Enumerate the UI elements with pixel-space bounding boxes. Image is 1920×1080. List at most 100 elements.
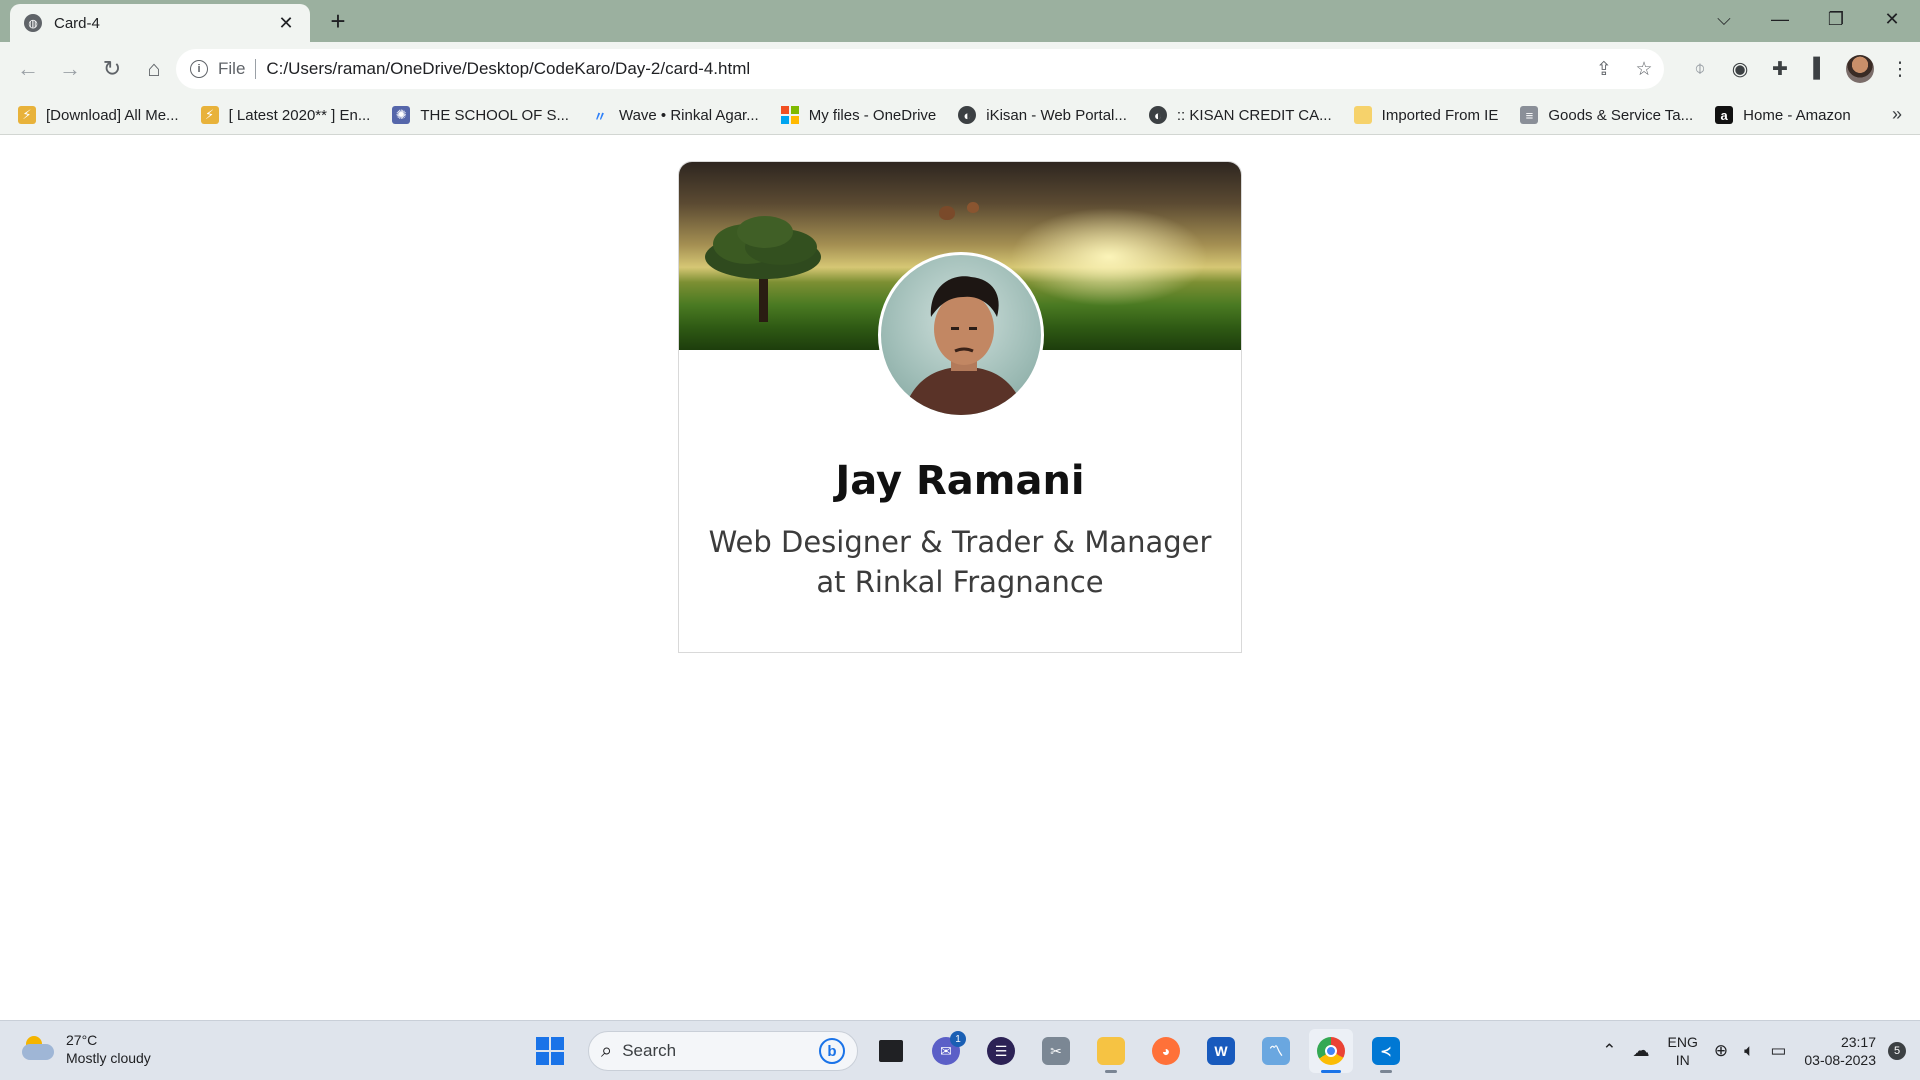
folder-icon <box>1353 106 1372 124</box>
home-icon[interactable]: ⌂ <box>134 49 174 89</box>
toolbar-right-icons: ⌽ ◉ ✚ ▌ ⋮ <box>1680 42 1920 96</box>
wave-bookmark-icon: 〃 <box>593 108 607 124</box>
extension-web-icon[interactable]: ◉ <box>1720 49 1760 89</box>
forward-arrow-icon[interactable]: → <box>50 49 90 89</box>
close-window-button[interactable]: ✕ <box>1864 0 1920 38</box>
taskbar-apps: ⌕ Search b ✉ 1 ☰ ✂ ◕ W 〽 ≺ <box>528 1029 1408 1073</box>
language-code: ENG <box>1667 1034 1698 1050</box>
bookmark-label: Home - Amazon <box>1743 106 1851 124</box>
firefox-icon[interactable]: ◕ <box>1144 1029 1188 1073</box>
gst-icon: ≡ <box>1520 106 1539 124</box>
file-explorer-icon[interactable] <box>1089 1029 1133 1073</box>
bookmark-item[interactable]: ◐ iKisan - Web Portal... <box>958 106 1127 124</box>
extension-mouse-icon[interactable]: ⌽ <box>1680 49 1720 89</box>
bookmark-item[interactable]: 〃 Wave • Rinkal Agar... <box>591 106 759 124</box>
bookmark-item[interactable]: ✺ THE SCHOOL OF S... <box>392 106 569 124</box>
globe-icon: ◐ <box>958 106 977 124</box>
window-controls: ⌵ — ❐ ✕ <box>1696 0 1920 42</box>
system-tray: ⌃ ☁ ENG IN ⊕ 🔈︎ ▭ 23:17 03-08-2023 5 <box>1586 1021 1920 1080</box>
profile-role: Web Designer & Trader & Manager at Rinka… <box>708 525 1212 599</box>
tree-illustration <box>705 216 821 322</box>
close-tab-icon[interactable]: ✕ <box>276 13 296 34</box>
restore-button[interactable]: ❐ <box>1808 0 1864 38</box>
bookmark-label: Imported From IE <box>1381 106 1499 124</box>
page-content: Jay Ramani Web Designer & Trader & Manag… <box>0 135 1920 1020</box>
globe-icon: ◍ <box>24 14 42 32</box>
tab-search-icon[interactable]: ⌵ <box>1696 0 1752 38</box>
site-info-icon[interactable]: i <box>190 60 208 78</box>
bookmark-item[interactable]: ≡ Goods & Service Ta... <box>1520 106 1693 124</box>
balloon-shape <box>939 206 955 220</box>
bookmark-item[interactable]: a Home - Amazon <box>1715 106 1851 124</box>
bookmark-item[interactable]: My files - OneDrive <box>780 106 936 124</box>
snipping-tool-icon[interactable]: ✂ <box>1034 1029 1078 1073</box>
search-icon: ⌕ <box>601 1039 613 1062</box>
performance-monitor-icon[interactable]: 〽 <box>1254 1029 1298 1073</box>
bookmark-label: THE SCHOOL OF S... <box>420 106 569 124</box>
task-view-icon[interactable] <box>869 1029 913 1073</box>
windows-taskbar: 27°C Mostly cloudy ⌕ Search b ✉ 1 ☰ ✂ ◕ W… <box>0 1020 1920 1080</box>
cloudy-weather-icon <box>22 1036 56 1062</box>
bookmarks-bar: ⚡ [Download] All Me... ⚡ [ Latest 2020**… <box>0 96 1920 135</box>
reload-icon[interactable]: ↻ <box>92 49 132 89</box>
teams-chat-icon[interactable]: ✉ 1 <box>924 1029 968 1073</box>
globe-icon: ◐ <box>1148 106 1167 124</box>
bing-icon[interactable]: b <box>819 1038 845 1064</box>
battery-icon[interactable]: ▭ <box>1770 1041 1786 1061</box>
clock[interactable]: 23:17 03-08-2023 <box>1804 1033 1876 1069</box>
network-globe-icon[interactable]: ⊕ <box>1714 1041 1728 1061</box>
gear-bookmark-icon: ✺ <box>392 106 411 124</box>
bookmark-label: Wave • Rinkal Agar... <box>618 106 759 124</box>
tab-strip: ◍ Card-4 ✕ + ⌵ — ❐ ✕ <box>0 0 1920 42</box>
new-tab-button[interactable]: + <box>324 8 352 36</box>
extensions-puzzle-icon[interactable]: ✚ <box>1760 49 1800 89</box>
microsoft-icon <box>780 106 799 124</box>
region-code: IN <box>1675 1052 1690 1068</box>
chevron-up-icon[interactable]: ⌃ <box>1602 1041 1616 1061</box>
bookmark-label: Goods & Service Ta... <box>1548 106 1694 124</box>
vscode-icon[interactable]: ≺ <box>1364 1029 1408 1073</box>
tab-title: Card-4 <box>54 14 100 32</box>
weather-condition: Mostly cloudy <box>66 1050 151 1066</box>
download-bookmark-icon: ⚡ <box>200 106 219 124</box>
volume-icon[interactable]: 🔈︎ <box>1744 1041 1754 1061</box>
weather-temperature: 27°C <box>66 1032 98 1048</box>
url-scheme: File <box>218 59 257 79</box>
taskbar-search[interactable]: ⌕ Search b <box>588 1031 858 1071</box>
bookmark-label: :: KISAN CREDIT CA... <box>1176 106 1332 124</box>
amazon-icon: a <box>1715 106 1734 124</box>
bookmark-item[interactable]: ⚡ [Download] All Me... <box>18 106 179 124</box>
url-text[interactable]: C:/Users/raman/OneDrive/Desktop/CodeKaro… <box>266 59 1584 79</box>
back-arrow-icon[interactable]: ← <box>8 49 48 89</box>
balloon-shape <box>967 202 979 213</box>
bookmark-label: [ Latest 2020** ] En... <box>228 106 371 124</box>
onedrive-offline-icon[interactable]: ☁ <box>1633 1041 1650 1061</box>
bookmark-item[interactable]: Imported From IE <box>1353 106 1499 124</box>
chrome-icon[interactable] <box>1309 1029 1353 1073</box>
profile-avatar-photo <box>878 252 1044 418</box>
bookmark-item[interactable]: ⚡ [ Latest 2020** ] En... <box>200 106 371 124</box>
word-icon[interactable]: W <box>1199 1029 1243 1073</box>
bookmark-label: [Download] All Me... <box>46 106 179 124</box>
browser-menu-icon[interactable]: ⋮ <box>1880 49 1920 89</box>
bookmark-item[interactable]: ◐ :: KISAN CREDIT CA... <box>1148 106 1332 124</box>
side-panel-icon[interactable]: ▌ <box>1800 49 1840 89</box>
windows-start-icon[interactable] <box>528 1029 572 1073</box>
download-bookmark-icon: ⚡ <box>18 106 36 124</box>
notification-count-badge[interactable]: 5 <box>1888 1042 1906 1060</box>
profile-card: Jay Ramani Web Designer & Trader & Manag… <box>678 161 1242 653</box>
minimize-button[interactable]: — <box>1752 0 1808 38</box>
teams-badge: 1 <box>950 1031 966 1047</box>
language-indicator[interactable]: ENG IN <box>1668 1033 1698 1069</box>
bookmark-label: iKisan - Web Portal... <box>986 106 1127 124</box>
weather-widget[interactable]: 27°C Mostly cloudy <box>22 1031 151 1067</box>
clock-time: 23:17 <box>1840 1034 1876 1050</box>
address-bar[interactable]: i File C:/Users/raman/OneDrive/Desktop/C… <box>176 49 1664 89</box>
browser-toolbar: ← → ↻ ⌂ i File C:/Users/raman/OneDrive/D… <box>0 42 1920 96</box>
share-icon[interactable]: ⇪ <box>1584 58 1624 81</box>
tab-card-4[interactable]: ◍ Card-4 ✕ <box>10 4 310 42</box>
more-bookmarks-icon[interactable]: » <box>1892 104 1902 125</box>
eclipse-icon[interactable]: ☰ <box>979 1029 1023 1073</box>
profile-avatar[interactable] <box>1840 49 1880 89</box>
bookmark-star-icon[interactable]: ☆ <box>1624 58 1664 81</box>
